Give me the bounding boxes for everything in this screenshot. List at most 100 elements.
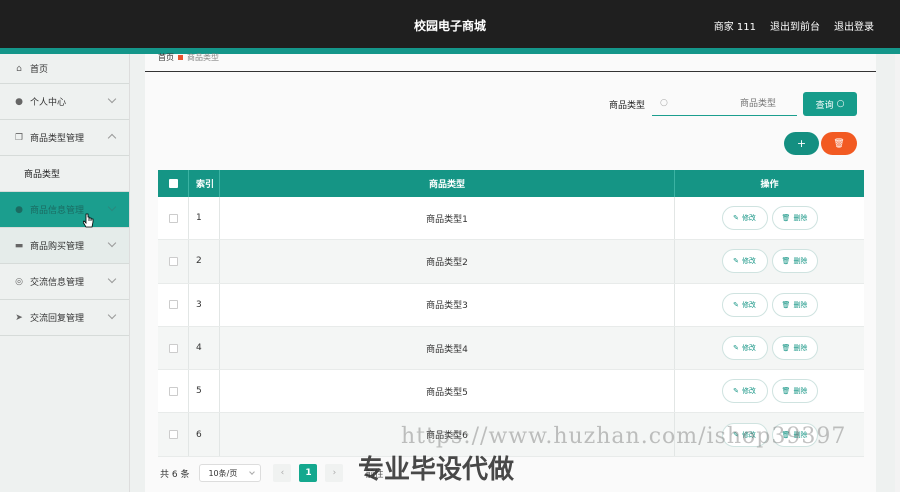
edit-button[interactable]: ✎ 修改: [721, 336, 768, 361]
sidebar-subitem-label: 商品类型: [24, 170, 61, 180]
page-number[interactable]: 1: [299, 464, 318, 482]
logout-link[interactable]: 退出登录: [834, 18, 874, 33]
sidebar-subitem-category[interactable]: 商品类型: [0, 156, 129, 192]
merchant-link[interactable]: 商家 111: [714, 18, 756, 33]
copy-icon: ❐: [14, 132, 24, 143]
sidebar-item-label: 交流信息管理: [30, 278, 85, 288]
row-name: 商品类型5: [220, 370, 675, 413]
row-checkbox[interactable]: [168, 213, 178, 223]
search-field[interactable]: ○: [652, 92, 797, 116]
breadcrumb: 首页 商品类型: [158, 52, 219, 63]
row-name: 商品类型3: [220, 283, 675, 326]
delete-button[interactable]: 🗑 删除: [771, 206, 818, 231]
table-row: 2 商品类型2 ✎ 修改 🗑 删除: [158, 240, 864, 284]
edit-icon: ✎: [733, 257, 739, 266]
row-checkbox-cell: [158, 370, 189, 413]
add-button[interactable]: +: [784, 132, 819, 155]
data-table: 索引 商品类型 操作 1 商品类型1 ✎ 修改 🗑 删除 2 商品类型2 ✎ 修改 🗑 删除 3 商品类型…: [158, 170, 864, 457]
header-index: 索引: [189, 170, 220, 197]
chevron-down-icon: [249, 469, 256, 475]
sidebar-item-purchase-mgmt[interactable]: ▬ 商品购买管理: [0, 228, 129, 264]
header-ops: 操作: [760, 180, 779, 190]
edit-button[interactable]: ✎ 修改: [721, 379, 768, 404]
delete-button[interactable]: 🗑 删除: [771, 336, 818, 361]
pagination: 共 6 条 10条/页 ‹ 1 › 前往: [160, 464, 383, 482]
search-button[interactable]: 查询 ○: [803, 92, 857, 116]
chevron-down-icon: [107, 310, 117, 320]
edit-icon: ✎: [733, 344, 739, 353]
next-page-button[interactable]: ›: [325, 464, 344, 482]
chevron-left-icon: ‹: [280, 468, 285, 478]
edit-label: 修改: [741, 300, 756, 309]
batch-delete-button[interactable]: 🗑: [821, 132, 857, 155]
select-all-checkbox[interactable]: [168, 179, 178, 188]
row-index: 4: [189, 326, 220, 370]
edit-button[interactable]: ✎ 修改: [721, 292, 768, 317]
search-icon: ○: [660, 98, 668, 108]
page-size-select[interactable]: 10条/页: [199, 464, 262, 482]
plus-icon: +: [796, 137, 807, 150]
edit-icon: ✎: [733, 300, 739, 309]
row-index: 5: [189, 370, 220, 413]
table-row: 4 商品类型4 ✎ 修改 🗑 删除: [158, 326, 864, 371]
top-bar: 校园电子商城 商家 111 退出到前台 退出登录: [0, 0, 900, 48]
chevron-down-icon: [107, 202, 117, 212]
row-actions: ✎ 修改 🗑 删除: [675, 197, 864, 239]
row-checkbox[interactable]: [168, 386, 178, 396]
watermark-text: 专业毕设代做: [358, 455, 515, 485]
sidebar-item-profile[interactable]: ● 个人中心: [0, 84, 129, 120]
sidebar-item-label: 商品信息管理: [30, 206, 85, 216]
breadcrumb-home[interactable]: 首页: [158, 52, 174, 63]
table-header: 索引 商品类型 操作: [158, 170, 864, 197]
sidebar: ⌂ 首页 ● 个人中心 ❐ 商品类型管理 商品类型 ● 商品信息管理 ▬ 商品购…: [0, 54, 130, 492]
delete-button[interactable]: 🗑 删除: [771, 249, 818, 274]
chevron-down-icon: [107, 274, 117, 284]
row-checkbox-cell: [158, 197, 189, 240]
edit-label: 修改: [741, 214, 756, 223]
trash-icon: 🗑: [781, 300, 791, 309]
row-name: 商品类型2: [220, 240, 675, 283]
row-actions: ✎ 修改 🗑 删除: [675, 327, 864, 369]
scrollbar[interactable]: [895, 54, 900, 492]
chevron-up-icon: [107, 133, 117, 143]
row-index: 1: [189, 197, 220, 240]
back-to-front-link[interactable]: 退出到前台: [770, 18, 820, 33]
sidebar-item-label: 个人中心: [30, 98, 67, 108]
row-name: 商品类型1: [220, 197, 675, 240]
row-index: 2: [189, 240, 220, 283]
edit-button[interactable]: ✎ 修改: [721, 249, 768, 274]
sidebar-item-category-mgmt[interactable]: ❐ 商品类型管理: [0, 120, 129, 156]
delete-label: 删除: [793, 387, 808, 396]
sidebar-item-message-mgmt[interactable]: ◎ 交流信息管理: [0, 264, 129, 300]
row-checkbox[interactable]: [168, 300, 178, 310]
row-checkbox[interactable]: [168, 256, 178, 266]
row-actions: ✎ 修改 🗑 删除: [675, 240, 864, 282]
delete-button[interactable]: 🗑 删除: [771, 292, 818, 317]
sidebar-item-label: 商品类型管理: [30, 134, 85, 144]
trash-icon: 🗑: [781, 214, 791, 223]
trash-icon: 🗑: [781, 344, 791, 353]
row-actions: ✎ 修改 🗑 删除: [675, 284, 864, 326]
row-checkbox[interactable]: [168, 430, 178, 440]
edit-label: 修改: [741, 387, 756, 396]
sidebar-item-home[interactable]: ⌂ 首页: [0, 54, 129, 84]
home-icon: ⌂: [16, 63, 22, 74]
sidebar-item-reply-mgmt[interactable]: ➤ 交流回复管理: [0, 300, 129, 336]
row-checkbox[interactable]: [168, 343, 178, 353]
trash-icon: 🗑: [833, 138, 845, 149]
search-button-label: 查询: [815, 100, 834, 111]
delete-button[interactable]: 🗑 删除: [771, 379, 818, 404]
edit-label: 修改: [741, 257, 756, 266]
compass-icon: ◎: [15, 276, 23, 287]
sidebar-item-product-mgmt[interactable]: ● 商品信息管理: [0, 192, 129, 228]
page-size-value: 10条/页: [208, 468, 238, 478]
delete-label: 删除: [793, 344, 808, 353]
chevron-right-icon: ›: [332, 468, 337, 478]
header-name: 商品类型: [220, 170, 675, 197]
search-input[interactable]: [672, 95, 792, 113]
chevron-down-icon: [107, 94, 117, 104]
row-actions: ✎ 修改 🗑 删除: [675, 370, 864, 412]
prev-page-button[interactable]: ‹: [273, 464, 292, 482]
breadcrumb-separator: [178, 55, 183, 60]
edit-button[interactable]: ✎ 修改: [721, 206, 768, 231]
